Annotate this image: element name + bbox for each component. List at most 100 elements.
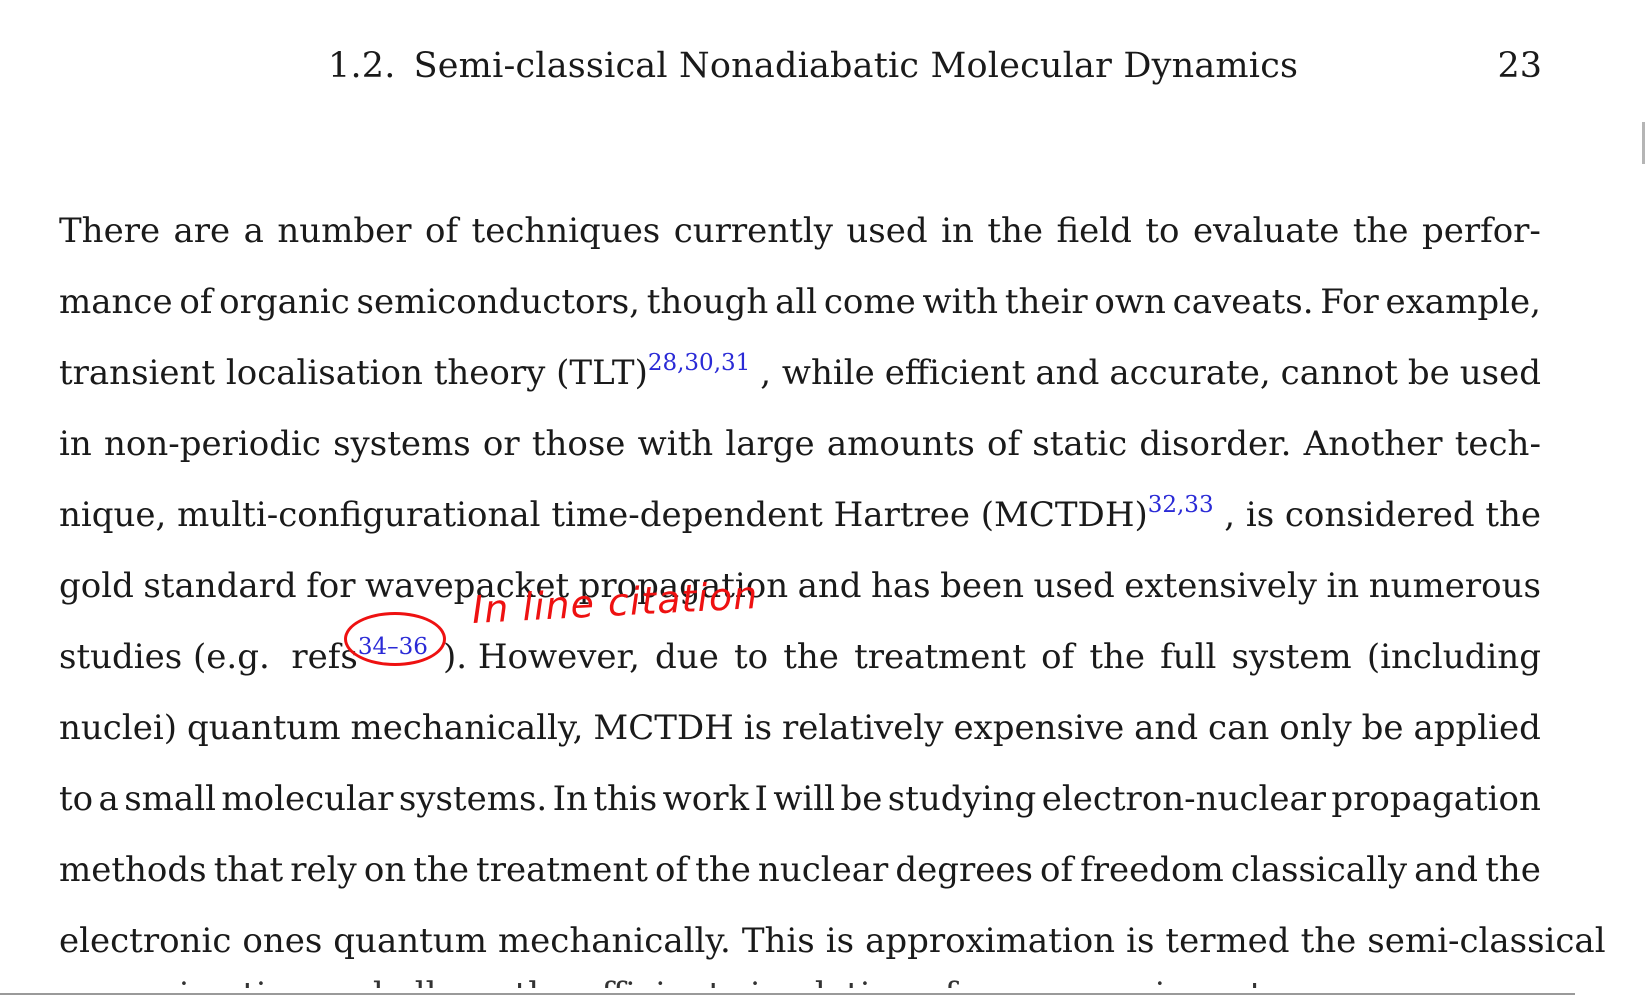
word: treatment xyxy=(476,850,648,890)
word: quantum xyxy=(333,921,487,961)
word: and xyxy=(1134,708,1199,748)
word: example, xyxy=(1385,282,1541,322)
word: standard xyxy=(143,566,297,606)
word: cannot xyxy=(1280,353,1398,393)
word: number xyxy=(277,211,412,251)
word: the xyxy=(1485,495,1541,535)
word: the xyxy=(1300,921,1357,961)
word: This xyxy=(741,921,815,961)
word: is xyxy=(743,708,773,748)
text-line-9: to a small molecular systems. In this work Iwill… xyxy=(59,764,1541,835)
word: , while xyxy=(760,353,875,393)
word: in xyxy=(1326,566,1360,606)
word: all xyxy=(775,282,818,322)
word: mechanically. xyxy=(497,921,731,961)
word: the xyxy=(1089,637,1146,677)
refs-text: studies (e.g. refs xyxy=(59,637,358,677)
word: electron-nuclear xyxy=(1041,779,1326,819)
word: degrees xyxy=(895,850,1033,890)
word: the xyxy=(413,850,469,890)
word: applied xyxy=(1413,708,1541,748)
word: used xyxy=(1033,566,1115,606)
word: of xyxy=(1041,637,1075,677)
word: techniques xyxy=(471,211,661,251)
word: nuclei) xyxy=(59,708,177,748)
word: to xyxy=(59,779,94,819)
word: of xyxy=(986,424,1021,464)
word: to xyxy=(1145,211,1180,251)
word: be xyxy=(1407,353,1450,393)
word: used xyxy=(846,211,928,251)
word: studying xyxy=(887,779,1037,819)
text-line-11: electronic ones quantum mechanically. This is… xyxy=(59,906,1606,977)
text-line-2: mance of organic semiconductors, though all co… xyxy=(59,267,1541,338)
word: system xyxy=(1231,637,1352,677)
word: efficient xyxy=(884,353,1026,393)
word: used xyxy=(1459,353,1541,393)
word: the xyxy=(695,850,751,890)
text-line-3: transient localisation theory (TLT)28,30… xyxy=(59,338,1541,409)
word: or xyxy=(482,424,520,464)
word: numerous xyxy=(1368,566,1541,606)
text-line-10: methods that rely on the treatment of the nuclea… xyxy=(59,835,1541,906)
word: organic xyxy=(219,282,350,322)
word: own xyxy=(1094,282,1166,322)
word: perfor- xyxy=(1421,211,1541,251)
word: with xyxy=(922,282,999,322)
text-segment: transient localisation theory (TLT)28,30… xyxy=(59,338,750,413)
word: small xyxy=(124,779,216,819)
word: evaluate xyxy=(1192,211,1340,251)
word: extensively xyxy=(1124,566,1317,606)
word: mance xyxy=(59,282,173,322)
word: in xyxy=(941,211,974,251)
word: that xyxy=(213,850,284,890)
scrollbar-marker[interactable] xyxy=(1642,122,1645,164)
word: only xyxy=(1279,708,1352,748)
text-line-6: gold standard for wavepacket propagation and h… xyxy=(59,551,1541,622)
word: rely xyxy=(290,850,357,890)
word: systems xyxy=(333,424,471,464)
word: treatment xyxy=(854,637,1026,677)
citation-link-tlt[interactable]: 28,30,31 xyxy=(648,350,750,376)
text-line-5: nique, multi-configurational time-depend… xyxy=(59,480,1541,551)
word: has xyxy=(871,566,931,606)
mctdh-text: nique, multi-configurational time-depend… xyxy=(59,495,1148,535)
word: termed xyxy=(1165,921,1290,961)
word: mechanically, xyxy=(350,708,584,748)
word: currently xyxy=(673,211,833,251)
page-bottom-edge xyxy=(0,993,1575,995)
word: gold xyxy=(59,566,134,606)
running-header: 1.2. Semi-classical Nonadiabatic Molecula… xyxy=(0,44,1647,88)
word: semiconductors, xyxy=(356,282,640,322)
word: been xyxy=(940,566,1025,606)
word: considered xyxy=(1284,495,1475,535)
citation-link-mctdh[interactable]: 32,33 xyxy=(1148,492,1214,518)
word: their xyxy=(1004,282,1088,322)
word: though xyxy=(646,282,769,322)
word: , is xyxy=(1224,495,1275,535)
word: large xyxy=(725,424,815,464)
word: systems. xyxy=(398,779,548,819)
word: non-periodic xyxy=(103,424,321,464)
word: the xyxy=(1485,850,1541,890)
body-paragraph: There are a number of techniques currently used… xyxy=(59,196,1606,977)
word: static xyxy=(1032,424,1128,464)
word: disorder. xyxy=(1139,424,1292,464)
word: nuclear xyxy=(757,850,889,890)
clipped-next-line: approximation and allows the efficient s… xyxy=(59,978,1333,988)
word: amounts xyxy=(826,424,975,464)
word: and xyxy=(1035,353,1100,393)
word: come xyxy=(823,282,916,322)
word: on xyxy=(363,850,407,890)
word: methods xyxy=(59,850,207,890)
word: ones xyxy=(242,921,323,961)
word: field xyxy=(1056,211,1132,251)
word: and xyxy=(1414,850,1479,890)
word: the xyxy=(783,637,839,677)
word: be xyxy=(840,779,883,819)
text-line-8: nuclei) quantum mechanically, MCTDH is relati… xyxy=(59,693,1541,764)
word: Another xyxy=(1303,424,1443,464)
word: can xyxy=(1208,708,1270,748)
word: quantum xyxy=(186,708,341,748)
word: with xyxy=(637,424,714,464)
